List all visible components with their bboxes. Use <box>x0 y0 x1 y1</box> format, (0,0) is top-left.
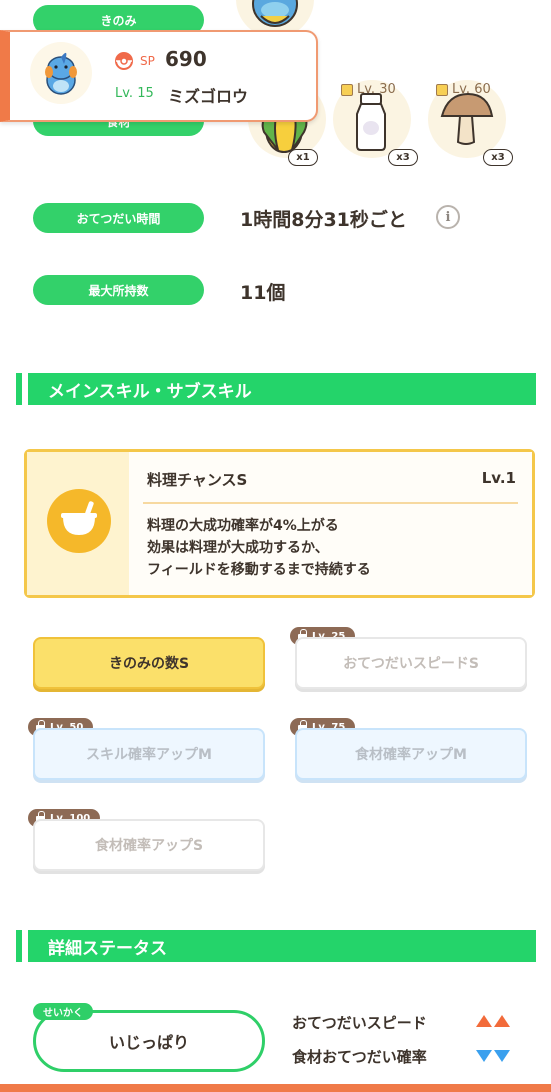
max-carry-value: 11個 <box>240 282 286 304</box>
skills-section-title: メインスキル・サブスキル <box>48 381 252 402</box>
sp-value: 690 <box>165 47 207 71</box>
ingredient-lv-2: Lv. 30 <box>357 82 396 97</box>
main-skill-level: Lv.1 <box>481 469 516 487</box>
sub-skill-1[interactable]: きのみの数S <box>33 637 265 689</box>
max-carry-label: 最大所持数 <box>33 275 204 305</box>
detail-section-title: 詳細ステータス <box>48 938 167 959</box>
sub-skill-2[interactable]: おてつだいスピードS <box>295 637 527 689</box>
ingredient-lock-2: Lv. 30 <box>341 82 396 97</box>
pokemon-avatar <box>30 42 92 104</box>
sp-label: SP <box>140 54 155 68</box>
sub-skill-3[interactable]: スキル確率アップM <box>33 728 265 780</box>
nature-down-stat: 食材おてつだい確率 <box>292 1048 427 1066</box>
up-arrows-icon <box>476 1015 510 1027</box>
pokeball-icon <box>115 52 133 70</box>
pokemon-popup[interactable]: SP 690 Lv. 15 ミズゴロウ <box>0 30 318 122</box>
main-skill-description: 料理の大成功確率が4%上がる 効果は料理が大成功するか、 フィールドを移動するま… <box>147 515 371 581</box>
info-icon[interactable]: i <box>436 205 460 229</box>
lock-icon <box>341 83 353 96</box>
ingredient-lv-3: Lv. 60 <box>452 82 491 97</box>
down-arrows-icon <box>476 1050 510 1062</box>
pokemon-level: Lv. 15 <box>115 86 154 101</box>
desc-line-3: フィールドを移動するまで持続する <box>147 562 371 578</box>
nature-tag: せいかく <box>33 1003 93 1020</box>
sub-skill-4[interactable]: 食材確率アップM <box>295 728 527 780</box>
sub-skill-5[interactable]: 食材確率アップS <box>33 819 265 871</box>
ingredient-count-1: x1 <box>288 149 318 166</box>
pokemon-name: ミズゴロウ <box>168 87 249 106</box>
help-time-label: おてつだい時間 <box>33 203 204 233</box>
ingredient-count-3: x3 <box>483 149 513 166</box>
detail-section-header: 詳細ステータス <box>16 930 536 962</box>
ingredient-count-2: x3 <box>388 149 418 166</box>
bottom-bar <box>0 1084 551 1092</box>
desc-line-1: 料理の大成功確率が4%上がる <box>147 518 339 534</box>
main-skill-name: 料理チャンスS <box>147 471 248 489</box>
ingredient-lock-3: Lv. 60 <box>436 82 491 97</box>
main-skill-card[interactable]: 料理チャンスS Lv.1 料理の大成功確率が4%上がる 効果は料理が大成功するか… <box>24 449 535 598</box>
mudkip-icon <box>45 52 77 95</box>
nature-up-stat: おてつだいスピード <box>292 1014 427 1032</box>
cooking-pot-icon <box>47 489 111 553</box>
desc-line-2: 効果は料理が大成功するか、 <box>147 540 329 556</box>
lock-icon <box>436 83 448 96</box>
help-time-value: 1時間8分31秒ごと <box>240 209 407 231</box>
skills-section-header: メインスキル・サブスキル <box>16 373 536 405</box>
